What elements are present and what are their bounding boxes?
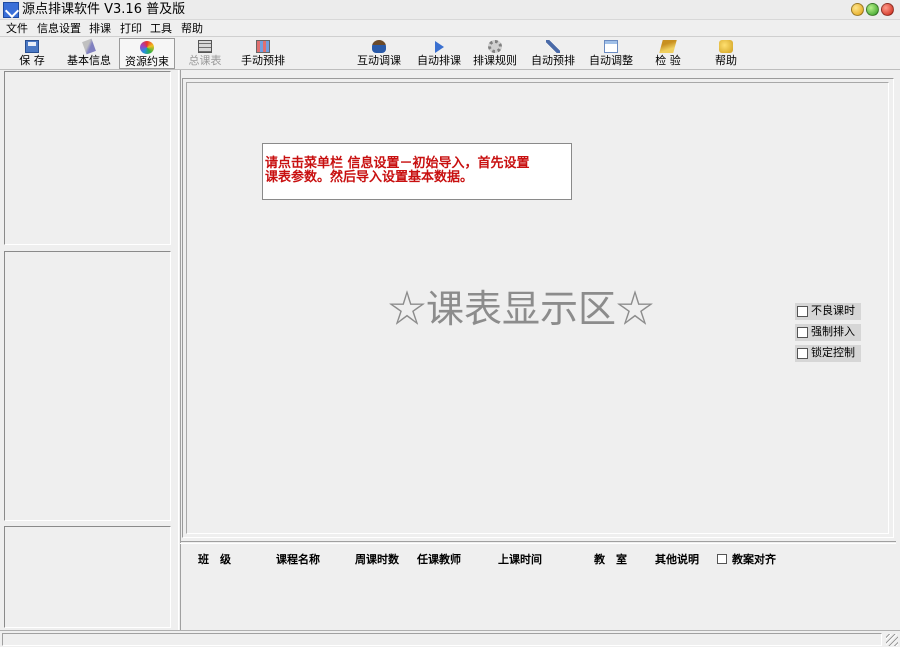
schedule-rules-label: 排课规则 bbox=[473, 54, 517, 67]
status-bar bbox=[0, 630, 900, 647]
force-insert-checkbox[interactable]: 强制排入 bbox=[795, 324, 861, 341]
manual-icon bbox=[256, 40, 270, 53]
document-icon bbox=[604, 40, 618, 53]
left-panel bbox=[0, 70, 176, 630]
notice-line-1: 请点击菜单栏 信息设置－初始导入，首先设置 bbox=[265, 156, 530, 171]
col-teacher: 任课教师 bbox=[417, 553, 461, 566]
col-classroom: 教 室 bbox=[594, 553, 627, 566]
maximize-button[interactable] bbox=[866, 3, 879, 16]
menu-scheduling[interactable]: 排课 bbox=[89, 22, 111, 35]
master-timetable-label: 总课表 bbox=[188, 54, 222, 67]
bad-periods-label: 不良课时 bbox=[811, 304, 855, 317]
resize-grip-icon[interactable] bbox=[886, 634, 898, 646]
gear-icon bbox=[488, 40, 502, 53]
horizontal-splitter[interactable] bbox=[180, 541, 896, 544]
manual-prearrange-button[interactable]: 手动预排 bbox=[234, 38, 292, 69]
window-title: 源点排课软件 V3.16 普及版 bbox=[22, 2, 186, 17]
resource-constraint-label: 资源约束 bbox=[125, 55, 169, 68]
col-weekly-hours: 周课时数 bbox=[355, 553, 399, 566]
resource-constraint-button[interactable]: 资源约束 bbox=[119, 38, 175, 69]
close-button[interactable] bbox=[881, 3, 894, 16]
notice-line-2: 课表参数。然后导入设置基本数据。 bbox=[265, 170, 474, 185]
col-class: 班 级 bbox=[198, 553, 231, 566]
left-panel-top[interactable] bbox=[4, 71, 171, 245]
play-icon bbox=[434, 41, 444, 53]
manual-prearrange-label: 手动预排 bbox=[241, 54, 285, 67]
lock-control-label: 锁定控制 bbox=[811, 346, 855, 359]
info-icon bbox=[82, 38, 96, 55]
person-icon bbox=[372, 40, 386, 53]
vertical-splitter[interactable] bbox=[178, 70, 181, 630]
col-other-notes: 其他说明 bbox=[655, 553, 699, 566]
save-button[interactable]: 保 存 bbox=[4, 38, 60, 69]
instruction-notice: 请点击菜单栏 信息设置－初始导入，首先设置 课表参数。然后导入设置基本数据。 bbox=[262, 143, 572, 200]
lesson-plan-align-checkbox[interactable] bbox=[717, 554, 727, 564]
interactive-adjust-button[interactable]: 互动调课 bbox=[350, 38, 408, 69]
wrench-icon bbox=[546, 40, 560, 53]
auto-prearrange-label: 自动预排 bbox=[531, 54, 575, 67]
timetable-display-label: ☆课表显示区☆ bbox=[388, 287, 655, 331]
minimize-button[interactable] bbox=[851, 3, 864, 16]
lesson-plan-align-label: 教案对齐 bbox=[732, 553, 776, 566]
checkbox-box[interactable] bbox=[797, 327, 808, 338]
bad-periods-checkbox[interactable]: 不良课时 bbox=[795, 303, 861, 320]
auto-adjust-label: 自动调整 bbox=[589, 54, 633, 67]
auto-schedule-button[interactable]: 自动排课 bbox=[410, 38, 468, 69]
left-panel-middle[interactable] bbox=[4, 251, 171, 521]
app-icon bbox=[3, 2, 19, 18]
save-icon bbox=[25, 40, 39, 53]
checkbox-box[interactable] bbox=[797, 348, 808, 359]
verify-label: 检 验 bbox=[655, 54, 681, 67]
auto-adjust-button[interactable]: 自动调整 bbox=[582, 38, 640, 69]
save-label: 保 存 bbox=[19, 54, 45, 67]
auto-schedule-label: 自动排课 bbox=[417, 54, 461, 67]
interactive-adjust-label: 互动调课 bbox=[357, 54, 401, 67]
col-course-name: 课程名称 bbox=[276, 553, 320, 566]
check-icon bbox=[659, 40, 677, 53]
title-bar: 源点排课软件 V3.16 普及版 bbox=[0, 0, 900, 20]
menu-file[interactable]: 文件 bbox=[6, 22, 28, 35]
course-detail-panel: 班 级 课程名称 周课时数 任课教师 上课时间 教 室 其他说明 教案对齐 bbox=[182, 545, 894, 627]
help-label: 帮助 bbox=[715, 54, 737, 67]
menu-help[interactable]: 帮助 bbox=[181, 22, 203, 35]
schedule-rules-button[interactable]: 排课规则 bbox=[466, 38, 524, 69]
force-insert-label: 强制排入 bbox=[811, 325, 855, 338]
lock-control-checkbox[interactable]: 锁定控制 bbox=[795, 345, 861, 362]
checkbox-box[interactable] bbox=[797, 306, 808, 317]
toolbar: 保 存 基本信息 资源约束 总课表 手动预排 互动调课 自动排课 排课规则 自动… bbox=[0, 37, 900, 70]
master-timetable-button[interactable]: 总课表 bbox=[182, 38, 228, 69]
menu-tools[interactable]: 工具 bbox=[150, 22, 172, 35]
basic-info-label: 基本信息 bbox=[67, 54, 111, 67]
resource-icon bbox=[140, 41, 154, 54]
basic-info-button[interactable]: 基本信息 bbox=[60, 38, 118, 69]
help-icon bbox=[719, 40, 733, 53]
status-pane bbox=[2, 633, 882, 646]
grid-icon bbox=[198, 40, 212, 53]
menu-bar: 文件 信息设置 排课 打印 工具 帮助 bbox=[0, 20, 900, 37]
menu-print[interactable]: 打印 bbox=[120, 22, 142, 35]
menu-info-settings[interactable]: 信息设置 bbox=[37, 22, 81, 35]
left-panel-bottom[interactable] bbox=[4, 526, 171, 628]
auto-prearrange-button[interactable]: 自动预排 bbox=[524, 38, 582, 69]
col-class-time: 上课时间 bbox=[498, 553, 542, 566]
help-button[interactable]: 帮助 bbox=[704, 38, 748, 69]
verify-button[interactable]: 检 验 bbox=[644, 38, 692, 69]
